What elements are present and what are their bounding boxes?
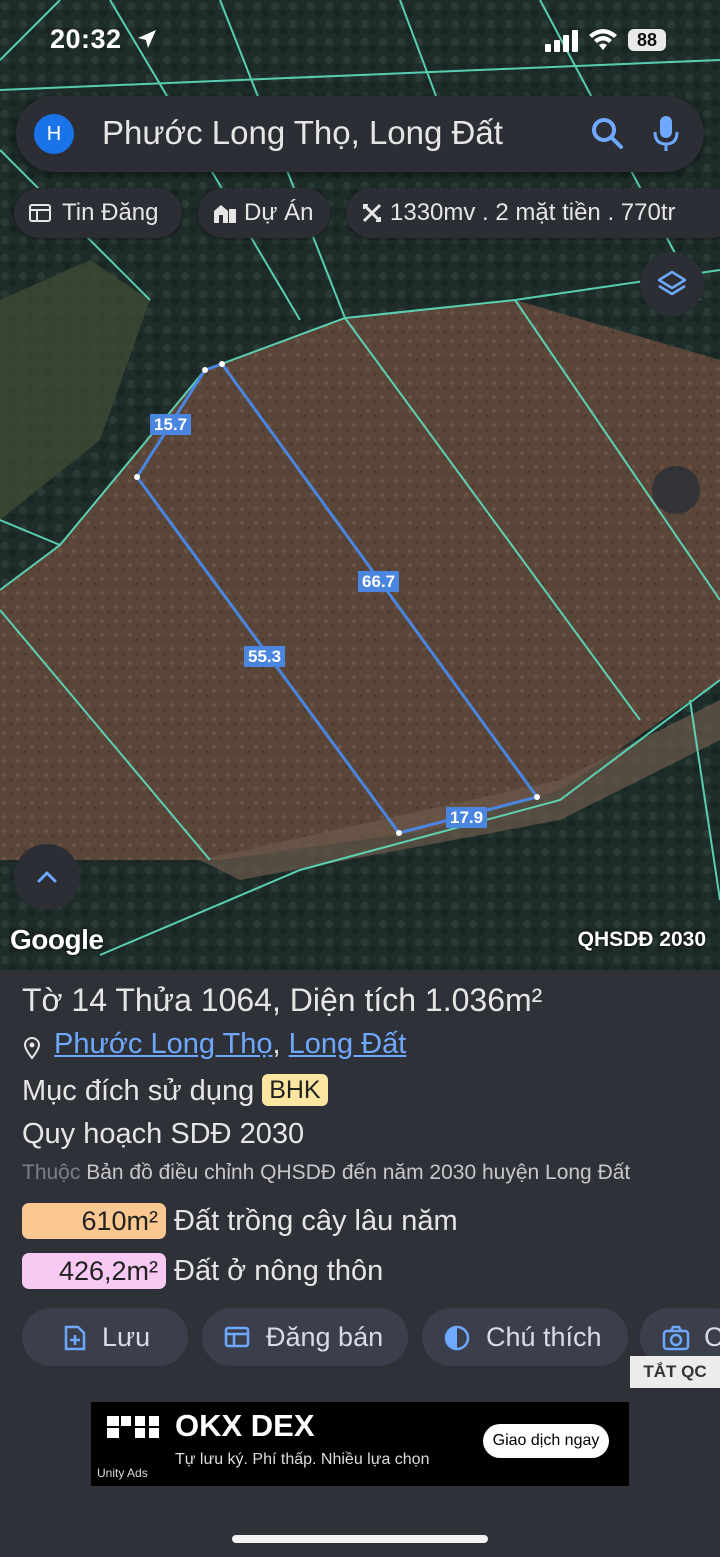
district-link[interactable]: Long Đất	[289, 1028, 407, 1060]
legend-button[interactable]: Chú thích	[422, 1308, 628, 1366]
map-view[interactable]: 15.7 66.7 55.3 17.9 20:32 88 H Phước Lon…	[0, 0, 720, 970]
chip-label: 1330mv . 2 mặt tiền . 770tr	[390, 199, 676, 226]
search-input[interactable]: Phước Long Thọ, Long Đất	[102, 114, 503, 152]
area-label: Đất ở nông thôn	[174, 1255, 384, 1287]
ad-network-label: Unity Ads	[97, 1466, 148, 1480]
save-icon	[64, 1325, 86, 1351]
ad-tagline: Tự lưu ký. Phí thấp. Nhiều lựa chọn	[175, 1451, 430, 1468]
measurement-label: 17.9	[446, 807, 488, 828]
parcel-title: Tờ 14 Thửa 1064, Diện tích 1.036m²	[22, 982, 543, 1018]
source-prefix: Thuộc	[22, 1161, 81, 1184]
battery-indicator: 88	[628, 29, 666, 51]
listing-icon	[29, 204, 51, 222]
post-label: Đăng bán	[266, 1322, 384, 1352]
expand-panel-button[interactable]	[14, 844, 80, 910]
chip-du-an[interactable]: Dự Án	[198, 188, 330, 238]
source-text: Bản đồ điều chỉnh QHSDĐ đến năm 2030 huy…	[86, 1161, 631, 1184]
measure-icon	[362, 203, 382, 223]
building-icon	[214, 205, 236, 223]
microphone-icon[interactable]	[652, 114, 680, 154]
close-ad-button[interactable]: TẮT QC	[630, 1356, 720, 1388]
area-label: Đất trồng cây lâu năm	[174, 1205, 458, 1237]
ward-link[interactable]: Phước Long Thọ	[54, 1028, 272, 1060]
measurement-label: 66.7	[358, 571, 400, 592]
location-separator: ,	[272, 1028, 281, 1060]
purpose-label: Mục đích sử dụng	[22, 1075, 255, 1107]
chip-label: Dự Án	[244, 199, 314, 226]
area-value: 426,2m²	[22, 1253, 166, 1289]
measurement-label: 15.7	[150, 414, 192, 435]
map-layer-name: QHSDĐ 2030	[577, 928, 706, 951]
location-arrow-icon	[138, 30, 156, 48]
post-icon	[224, 1326, 250, 1348]
legend-label: Chú thích	[486, 1322, 602, 1352]
location-pin-icon	[23, 1037, 41, 1060]
ad-brand: OKX DEX	[175, 1408, 315, 1443]
purpose-code-badge: BHK	[262, 1074, 328, 1106]
save-label: Lưu	[102, 1322, 151, 1352]
search-bar[interactable]: H Phước Long Thọ, Long Đất	[16, 96, 704, 172]
chevron-up-icon	[37, 871, 57, 883]
layers-icon	[657, 270, 687, 296]
signal-icon	[545, 30, 578, 52]
chip-label: Tin Đăng	[62, 199, 159, 226]
google-logo: Google	[10, 924, 104, 955]
camera-icon	[662, 1325, 690, 1351]
plan-source: Thuộc Bản đồ điều chỉnh QHSDĐ đến năm 20…	[22, 1161, 630, 1185]
home-indicator[interactable]	[232, 1535, 488, 1543]
area-value: 610m²	[22, 1203, 166, 1239]
chip-filter[interactable]: 1330mv . 2 mặt tiền . 770tr	[346, 188, 720, 238]
ad-banner[interactable]: OKX DEX Tự lưu ký. Phí thấp. Nhiều lựa c…	[91, 1402, 629, 1486]
parcel-location: Phước Long Thọ, Long Đất	[22, 1028, 406, 1061]
search-icon[interactable]	[590, 116, 624, 150]
plan-label: Quy hoạch SDĐ 2030	[22, 1118, 305, 1150]
ad-cta-button[interactable]: Giao dịch ngay	[483, 1424, 609, 1458]
map-control-button[interactable]	[652, 466, 700, 514]
post-for-sale-button[interactable]: Đăng bán	[202, 1308, 408, 1366]
avatar[interactable]: H	[34, 114, 74, 154]
land-use-purpose: Mục đích sử dụng BHK	[22, 1074, 328, 1108]
wifi-icon	[589, 29, 617, 50]
okx-logo-icon	[107, 1416, 159, 1438]
legend-icon	[444, 1325, 470, 1351]
measurement-label: 55.3	[244, 646, 286, 667]
status-bar: 20:32 88	[0, 0, 720, 80]
clock: 20:32	[50, 24, 122, 54]
chip-tin-dang[interactable]: Tin Đăng	[14, 188, 182, 238]
layers-button[interactable]	[640, 252, 704, 316]
save-button[interactable]: Lưu	[22, 1308, 188, 1366]
